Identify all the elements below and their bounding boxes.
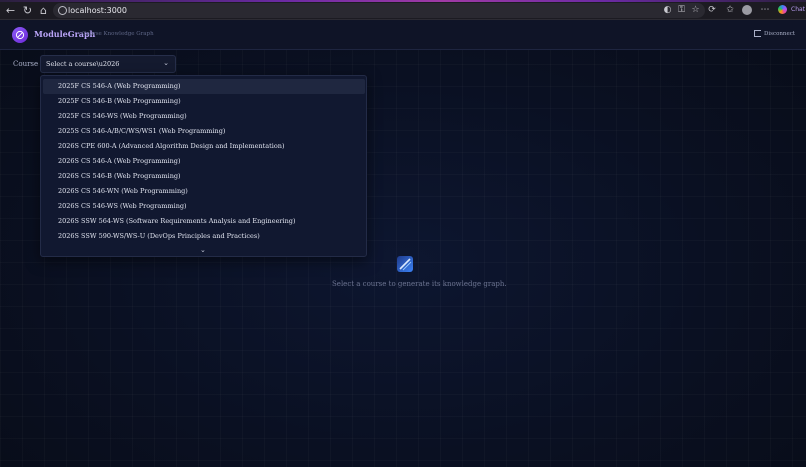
logo-icon	[12, 27, 28, 43]
url-text[interactable]: localhost:3000	[68, 4, 127, 17]
dropdown-option[interactable]: 2026S SSW 564-WS (Software Requirements …	[43, 214, 365, 229]
dropdown-option[interactable]: 2026S CS 546-B (Web Programming)	[43, 169, 365, 184]
dropdown-option[interactable]: 2025F CS 546-B (Web Programming)	[43, 94, 365, 109]
site-info-icon[interactable]	[58, 6, 67, 15]
scroll-down-icon[interactable]: ⌄	[200, 246, 206, 254]
brand-tagline: Course Knowledge Graph	[82, 31, 154, 37]
chat-button[interactable]: Chat	[791, 5, 805, 15]
browser-toolbar: ← ↻ ⌂ localhost:3000 ◐ ⚿ ☆ ⟳ ✩ ⋯ Chat	[0, 0, 806, 20]
copilot-icon[interactable]	[778, 5, 787, 14]
chevron-down-icon: ⌄	[163, 59, 169, 67]
course-dropdown: 2025F CS 546-A (Web Programming) 2025F C…	[40, 75, 367, 257]
logout-icon	[754, 30, 761, 37]
graph-placeholder-icon	[397, 256, 413, 272]
more-menu-icon[interactable]: ⋯	[759, 4, 771, 16]
dropdown-option[interactable]: 2026S CS 546-A (Web Programming)	[43, 154, 365, 169]
dropdown-option[interactable]: 2025F CS 546-WS (Web Programming)	[43, 109, 365, 124]
disconnect-button[interactable]: Disconnect	[754, 30, 795, 37]
key-icon[interactable]: ⚿	[676, 5, 687, 16]
empty-state-message: Select a course to generate its knowledg…	[332, 280, 507, 288]
dropdown-option[interactable]: 2026S CS 546-WS (Web Programming)	[43, 199, 365, 214]
dropdown-option[interactable]: 2026S CPE 600-A (Advanced Algorithm Desi…	[43, 139, 365, 154]
extensions-icon[interactable]: ⟳	[706, 4, 718, 16]
disconnect-label: Disconnect	[764, 30, 796, 37]
course-select-value: Select a course\u2026	[46, 60, 120, 68]
dropdown-option[interactable]: 2025S CS 546-A/B/C/WS/WS1 (Web Programmi…	[43, 124, 365, 139]
address-bar[interactable]: localhost:3000 ◐ ⚿ ☆	[53, 3, 705, 18]
tracking-icon[interactable]: ◐	[662, 5, 673, 16]
course-label: Course	[13, 60, 39, 68]
home-icon[interactable]: ⌂	[37, 4, 50, 17]
dropdown-option[interactable]: 2026S CS 546-WN (Web Programming)	[43, 184, 365, 199]
course-select[interactable]: Select a course\u2026 ⌄	[40, 55, 176, 73]
reload-icon[interactable]: ↻	[21, 4, 34, 17]
dropdown-option[interactable]: 2025F CS 546-A (Web Programming)	[43, 79, 365, 94]
dropdown-option[interactable]: 2026S SSW 590-WS/WS-U (DevOps Principles…	[43, 229, 365, 244]
profile-avatar[interactable]	[742, 5, 752, 15]
star-icon[interactable]: ☆	[690, 5, 701, 16]
app-header: ModuleGraph Course Knowledge Graph Disco…	[0, 20, 806, 50]
back-icon[interactable]: ←	[4, 4, 17, 17]
app-root: ModuleGraph Course Knowledge Graph Disco…	[0, 20, 806, 467]
favorites-icon[interactable]: ✩	[724, 4, 736, 16]
tab-accent-bar	[0, 0, 806, 2]
